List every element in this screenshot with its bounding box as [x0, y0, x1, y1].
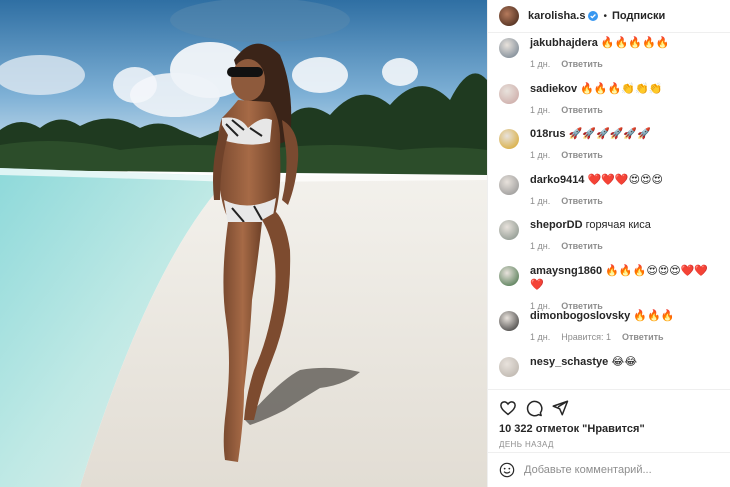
comment-body: jakubhajdera 🔥🔥🔥🔥🔥 1 дн. Ответить: [530, 36, 720, 82]
comment-meta: 1 дн. Ответить: [530, 241, 720, 251]
comment-text: 😂😂: [611, 355, 638, 368]
comment-body: amaysng1860 🔥🔥🔥😍😍😍❤️❤️❤️ 1 дн. Ответить: [530, 264, 720, 311]
comments-list[interactable]: jakubhajdera 🔥🔥🔥🔥🔥 1 дн. Ответить sadiekov …: [488, 33, 730, 389]
comment-item: dimonbogoslovsky 🔥🔥🔥 1 дн. Нравится: 1 Отве…: [488, 309, 730, 355]
commenter-avatar[interactable]: [499, 38, 519, 58]
comment-time[interactable]: 1 дн.: [530, 150, 550, 160]
comment-time[interactable]: 1 дн.: [530, 196, 550, 206]
heart-icon[interactable]: [499, 399, 517, 417]
commenter-avatar[interactable]: [499, 83, 519, 104]
comment-line: nesy_schastye 😂😂: [530, 355, 720, 369]
post-sidebar: karolisha.s • Подписки jakubhajdera 🔥🔥🔥🔥…: [487, 0, 730, 487]
comment-text: 🔥🔥🔥👏👏👏: [580, 82, 663, 95]
commenter-username[interactable]: jakubhajdera: [530, 37, 598, 49]
author-username[interactable]: karolisha.s: [528, 10, 585, 22]
comment-line: dimonbogoslovsky 🔥🔥🔥: [530, 309, 720, 323]
comment-time[interactable]: 1 дн.: [530, 332, 550, 342]
comment-text: 🚀🚀🚀🚀🚀🚀: [568, 128, 651, 140]
share-icon[interactable]: [551, 399, 569, 417]
author-avatar[interactable]: [499, 6, 519, 26]
commenter-username[interactable]: amaysng1860: [530, 265, 602, 277]
comment-meta: 1 дн. Нравится: 1 Ответить: [530, 332, 720, 342]
comment-item: darko9414 ❤️❤️❤️😍😍😍 1 дн. Ответить: [488, 173, 730, 219]
comment-likes[interactable]: Нравится: 1: [561, 332, 611, 342]
separator-dot: •: [603, 10, 607, 22]
comment-item: sadiekov 🔥🔥🔥👏👏👏 1 дн. Ответить: [488, 82, 730, 128]
comment-item: amaysng1860 🔥🔥🔥😍😍😍❤️❤️❤️ 1 дн. Ответить: [488, 264, 730, 311]
verified-icon: [588, 11, 599, 21]
reply-button[interactable]: Ответить: [561, 241, 603, 251]
add-comment-bar: [488, 452, 730, 487]
comment-item: nesy_schastye 😂😂: [488, 355, 730, 390]
commenter-avatar[interactable]: [499, 174, 519, 195]
comment-text: 🔥🔥🔥🔥🔥: [600, 37, 670, 49]
comment-body: dimonbogoslovsky 🔥🔥🔥 1 дн. Нравится: 1 Отве…: [530, 309, 720, 355]
commenter-username[interactable]: sheporDD: [530, 219, 583, 231]
reply-button[interactable]: Ответить: [622, 332, 664, 342]
comment-input[interactable]: [524, 464, 704, 476]
action-icons: [499, 399, 719, 417]
following-button[interactable]: Подписки: [612, 10, 665, 22]
comment-icon[interactable]: [525, 399, 543, 417]
comment-item: jakubhajdera 🔥🔥🔥🔥🔥 1 дн. Ответить: [488, 36, 730, 82]
comment-line: darko9414 ❤️❤️❤️😍😍😍: [530, 173, 720, 187]
reply-button[interactable]: Ответить: [561, 105, 603, 115]
comment-body: 018rus 🚀🚀🚀🚀🚀🚀 1 дн. Ответить: [530, 127, 720, 173]
commenter-username[interactable]: dimonbogoslovsky: [530, 310, 630, 322]
comment-body: darko9414 ❤️❤️❤️😍😍😍 1 дн. Ответить: [530, 173, 720, 219]
commenter-username[interactable]: 018rus: [530, 128, 565, 140]
comment-time[interactable]: 1 дн.: [530, 59, 550, 69]
comment-text: горячая киса: [585, 219, 651, 231]
commenter-avatar[interactable]: [499, 311, 519, 331]
comment-time[interactable]: 1 дн.: [530, 105, 550, 115]
commenter-avatar[interactable]: [499, 265, 519, 286]
comment-time[interactable]: 1 дн.: [530, 241, 550, 251]
comment-line: 018rus 🚀🚀🚀🚀🚀🚀: [530, 127, 720, 141]
comment-text: ❤️❤️❤️😍😍😍: [587, 173, 664, 186]
post-actions: 10 322 отметок "Нравится" ДЕНЬ НАЗАД: [488, 389, 730, 452]
reply-button[interactable]: Ответить: [561, 59, 603, 69]
comment-meta: 1 дн. Ответить: [530, 105, 720, 115]
comment-meta: 1 дн. Ответить: [530, 196, 720, 206]
comment-line: sheporDD горячая киса: [530, 218, 720, 232]
comment-line: amaysng1860 🔥🔥🔥😍😍😍❤️❤️❤️: [530, 264, 720, 292]
comment-line: jakubhajdera 🔥🔥🔥🔥🔥: [530, 36, 720, 50]
reply-button[interactable]: Ответить: [561, 150, 603, 160]
comment-meta: 1 дн. Ответить: [530, 150, 720, 160]
beach-photo: [0, 0, 487, 487]
commenter-username[interactable]: nesy_schastye: [530, 356, 608, 368]
post-header: karolisha.s • Подписки: [488, 0, 730, 33]
reply-button[interactable]: Ответить: [561, 196, 603, 206]
comment-item: 018rus 🚀🚀🚀🚀🚀🚀 1 дн. Ответить: [488, 127, 730, 173]
commenter-username[interactable]: darko9414: [530, 174, 584, 186]
post-date: ДЕНЬ НАЗАД: [499, 440, 554, 449]
commenter-avatar[interactable]: [499, 356, 519, 377]
commenter-avatar[interactable]: [499, 220, 519, 240]
comment-body: sheporDD горячая киса 1 дн. Ответить: [530, 218, 720, 264]
likes-count[interactable]: 10 322 отметок "Нравится": [499, 423, 719, 435]
comment-body: nesy_schastye 😂😂: [530, 355, 720, 390]
comment-body: sadiekov 🔥🔥🔥👏👏👏 1 дн. Ответить: [530, 82, 720, 128]
comment-text: 🔥🔥🔥: [633, 310, 675, 322]
post-photo[interactable]: [0, 0, 487, 487]
commenter-username[interactable]: sadiekov: [530, 83, 577, 95]
post-view: karolisha.s • Подписки jakubhajdera 🔥🔥🔥🔥…: [0, 0, 730, 487]
comment-meta: 1 дн. Ответить: [530, 59, 720, 69]
smile-icon[interactable]: [499, 462, 515, 478]
commenter-avatar[interactable]: [499, 129, 519, 149]
comment-item: sheporDD горячая киса 1 дн. Ответить: [488, 218, 730, 264]
comment-line: sadiekov 🔥🔥🔥👏👏👏: [530, 82, 720, 96]
